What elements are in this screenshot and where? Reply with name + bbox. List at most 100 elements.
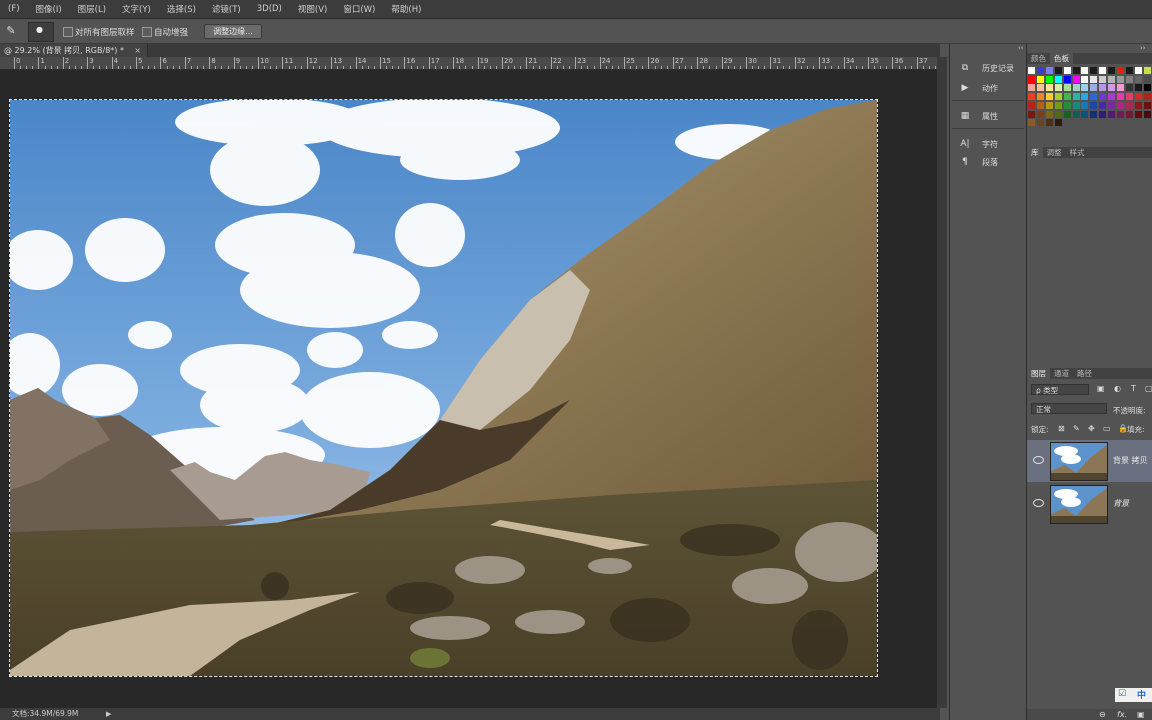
layer-filter-kind[interactable]: ρ 类型 (1031, 384, 1089, 395)
eye-icon[interactable] (1033, 499, 1044, 507)
swatch[interactable] (1117, 110, 1124, 118)
swatch[interactable] (1028, 75, 1035, 83)
vertical-scrollbar[interactable] (937, 57, 947, 708)
sample-all-layers-checkbox[interactable] (63, 27, 73, 37)
swatch[interactable] (1143, 67, 1151, 74)
tab-color[interactable]: 颜色 (1027, 53, 1050, 64)
swatch[interactable] (1143, 75, 1151, 83)
swatch[interactable] (1108, 84, 1116, 92)
swatch[interactable] (1036, 110, 1044, 118)
swatch[interactable] (1063, 110, 1071, 118)
menu-item[interactable]: 滤镜(T) (204, 3, 249, 15)
auto-enhance-checkbox[interactable] (142, 27, 152, 37)
filter-adjustment-icon[interactable]: ◐ (1114, 384, 1121, 393)
swatch[interactable] (1143, 101, 1151, 109)
filter-type-icon[interactable]: T (1131, 384, 1136, 393)
swatch[interactable] (1072, 67, 1080, 74)
dock-item-paragraph[interactable]: ¶ 段落 (950, 153, 1026, 171)
swatch[interactable] (1028, 67, 1035, 74)
lock-artboard-icon[interactable]: ▭ (1103, 424, 1111, 433)
menu-item[interactable]: (F) (0, 4, 28, 14)
brush-preset-picker[interactable]: ● (28, 22, 54, 42)
swatch[interactable] (1063, 84, 1071, 92)
dock-item-character[interactable]: A| 字符 (950, 135, 1026, 153)
swatch[interactable] (1063, 67, 1071, 74)
swatch[interactable] (1054, 119, 1062, 127)
swatch[interactable] (1134, 75, 1142, 83)
swatch[interactable] (1036, 75, 1044, 83)
refine-edge-button[interactable]: 调整边缘... (204, 24, 262, 39)
swatch[interactable] (1036, 67, 1044, 74)
menu-item[interactable]: 帮助(H) (383, 3, 429, 15)
swatch[interactable] (1028, 110, 1035, 118)
expand-panels-icon[interactable]: ›› (1140, 44, 1146, 52)
swatch[interactable] (1081, 84, 1089, 92)
swatch[interactable] (1036, 93, 1044, 101)
layer-row[interactable]: 背景 (1027, 483, 1152, 525)
swatch[interactable] (1028, 101, 1035, 109)
swatch[interactable] (1045, 119, 1053, 127)
swatch[interactable] (1099, 93, 1107, 101)
dock-item-properties[interactable]: ▦ 属性 (950, 107, 1026, 125)
swatch[interactable] (1063, 75, 1071, 83)
swatch[interactable] (1125, 84, 1133, 92)
menu-item[interactable]: 选择(S) (159, 3, 204, 15)
menu-item[interactable]: 图层(L) (70, 3, 114, 15)
document-canvas[interactable] (9, 99, 878, 677)
swatch[interactable] (1036, 119, 1044, 127)
swatch[interactable] (1081, 93, 1089, 101)
swatch[interactable] (1125, 101, 1133, 109)
swatch[interactable] (1072, 110, 1080, 118)
tab-adjustments[interactable]: 调整 (1043, 147, 1066, 158)
document-tab[interactable]: @ 29.2% (背景 拷贝, RGB/8*) * × (0, 44, 148, 57)
swatch[interactable] (1045, 101, 1053, 109)
swatch[interactable] (1072, 93, 1080, 101)
swatch[interactable] (1045, 93, 1053, 101)
swatch[interactable] (1081, 110, 1089, 118)
swatch[interactable] (1099, 84, 1107, 92)
swatch[interactable] (1045, 67, 1053, 74)
menu-item[interactable]: 窗口(W) (335, 3, 383, 15)
blend-mode-select[interactable]: 正常 (1031, 403, 1107, 414)
swatch[interactable] (1054, 110, 1062, 118)
swatch[interactable] (1090, 101, 1098, 109)
swatch[interactable] (1117, 84, 1124, 92)
close-tab-icon[interactable]: × (134, 44, 141, 57)
tab-paths[interactable]: 路径 (1073, 368, 1096, 379)
swatch[interactable] (1099, 110, 1107, 118)
lock-position-icon[interactable]: ✥ (1088, 424, 1095, 433)
filter-shape-icon[interactable]: ▢ (1145, 384, 1152, 393)
swatch[interactable] (1099, 67, 1107, 74)
swatch[interactable] (1054, 84, 1062, 92)
swatch[interactable] (1090, 93, 1098, 101)
swatch[interactable] (1028, 84, 1035, 92)
swatch[interactable] (1090, 84, 1098, 92)
menu-item[interactable]: 3D(D) (249, 4, 290, 14)
swatch[interactable] (1134, 67, 1142, 74)
swatch[interactable] (1063, 93, 1071, 101)
swatch[interactable] (1090, 67, 1098, 74)
swatch[interactable] (1125, 67, 1133, 74)
swatch[interactable] (1125, 93, 1133, 101)
swatch[interactable] (1081, 67, 1089, 74)
lock-pixels-icon[interactable]: ✎ (1073, 424, 1080, 433)
swatch[interactable] (1036, 101, 1044, 109)
swatch[interactable] (1143, 93, 1151, 101)
dock-item-history[interactable]: ⧉ 历史记录 (950, 59, 1026, 77)
tab-libraries[interactable]: 库 (1027, 147, 1043, 158)
swatch[interactable] (1143, 84, 1151, 92)
swatch[interactable] (1072, 75, 1080, 83)
swatch[interactable] (1117, 93, 1124, 101)
swatch[interactable] (1134, 110, 1142, 118)
swatch[interactable] (1072, 84, 1080, 92)
dock-item-actions[interactable]: ▶ 动作 (950, 79, 1026, 97)
status-menu-arrow-icon[interactable]: ▶ (106, 708, 111, 720)
swatch[interactable] (1117, 67, 1124, 74)
swatch[interactable] (1090, 75, 1098, 83)
swatch[interactable] (1045, 75, 1053, 83)
swatch[interactable] (1099, 101, 1107, 109)
swatch[interactable] (1117, 101, 1124, 109)
swatch[interactable] (1045, 110, 1053, 118)
tab-layers[interactable]: 图层 (1027, 368, 1050, 379)
layer-row-selected[interactable]: 背景 拷贝 (1027, 440, 1152, 482)
